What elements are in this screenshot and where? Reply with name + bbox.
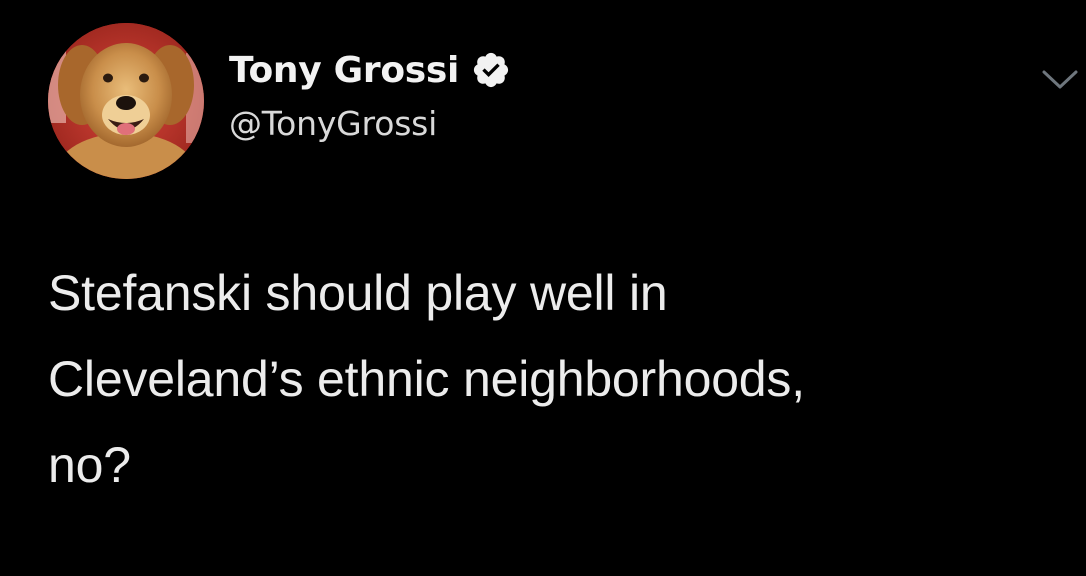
tweet-card: Tony Grossi @TonyGrossi Stefanski should… [0,0,1086,576]
chevron-down-icon[interactable] [1040,68,1080,92]
golden-retriever-avatar-icon [48,23,204,179]
author-name-row: Tony Grossi [229,44,511,96]
tweet-text-line: Cleveland’s ethnic neighborhoods, [48,351,805,407]
tweet-text: Stefanski should play well in Cleveland’… [48,250,1058,508]
avatar[interactable] [48,23,204,179]
author-display-name[interactable]: Tony Grossi [229,50,459,91]
tweet-text-line: Stefanski should play well in [48,265,668,321]
tweet-text-line: no? [48,437,131,493]
author-handle[interactable]: @TonyGrossi [229,104,437,143]
verified-badge-icon [471,50,511,90]
